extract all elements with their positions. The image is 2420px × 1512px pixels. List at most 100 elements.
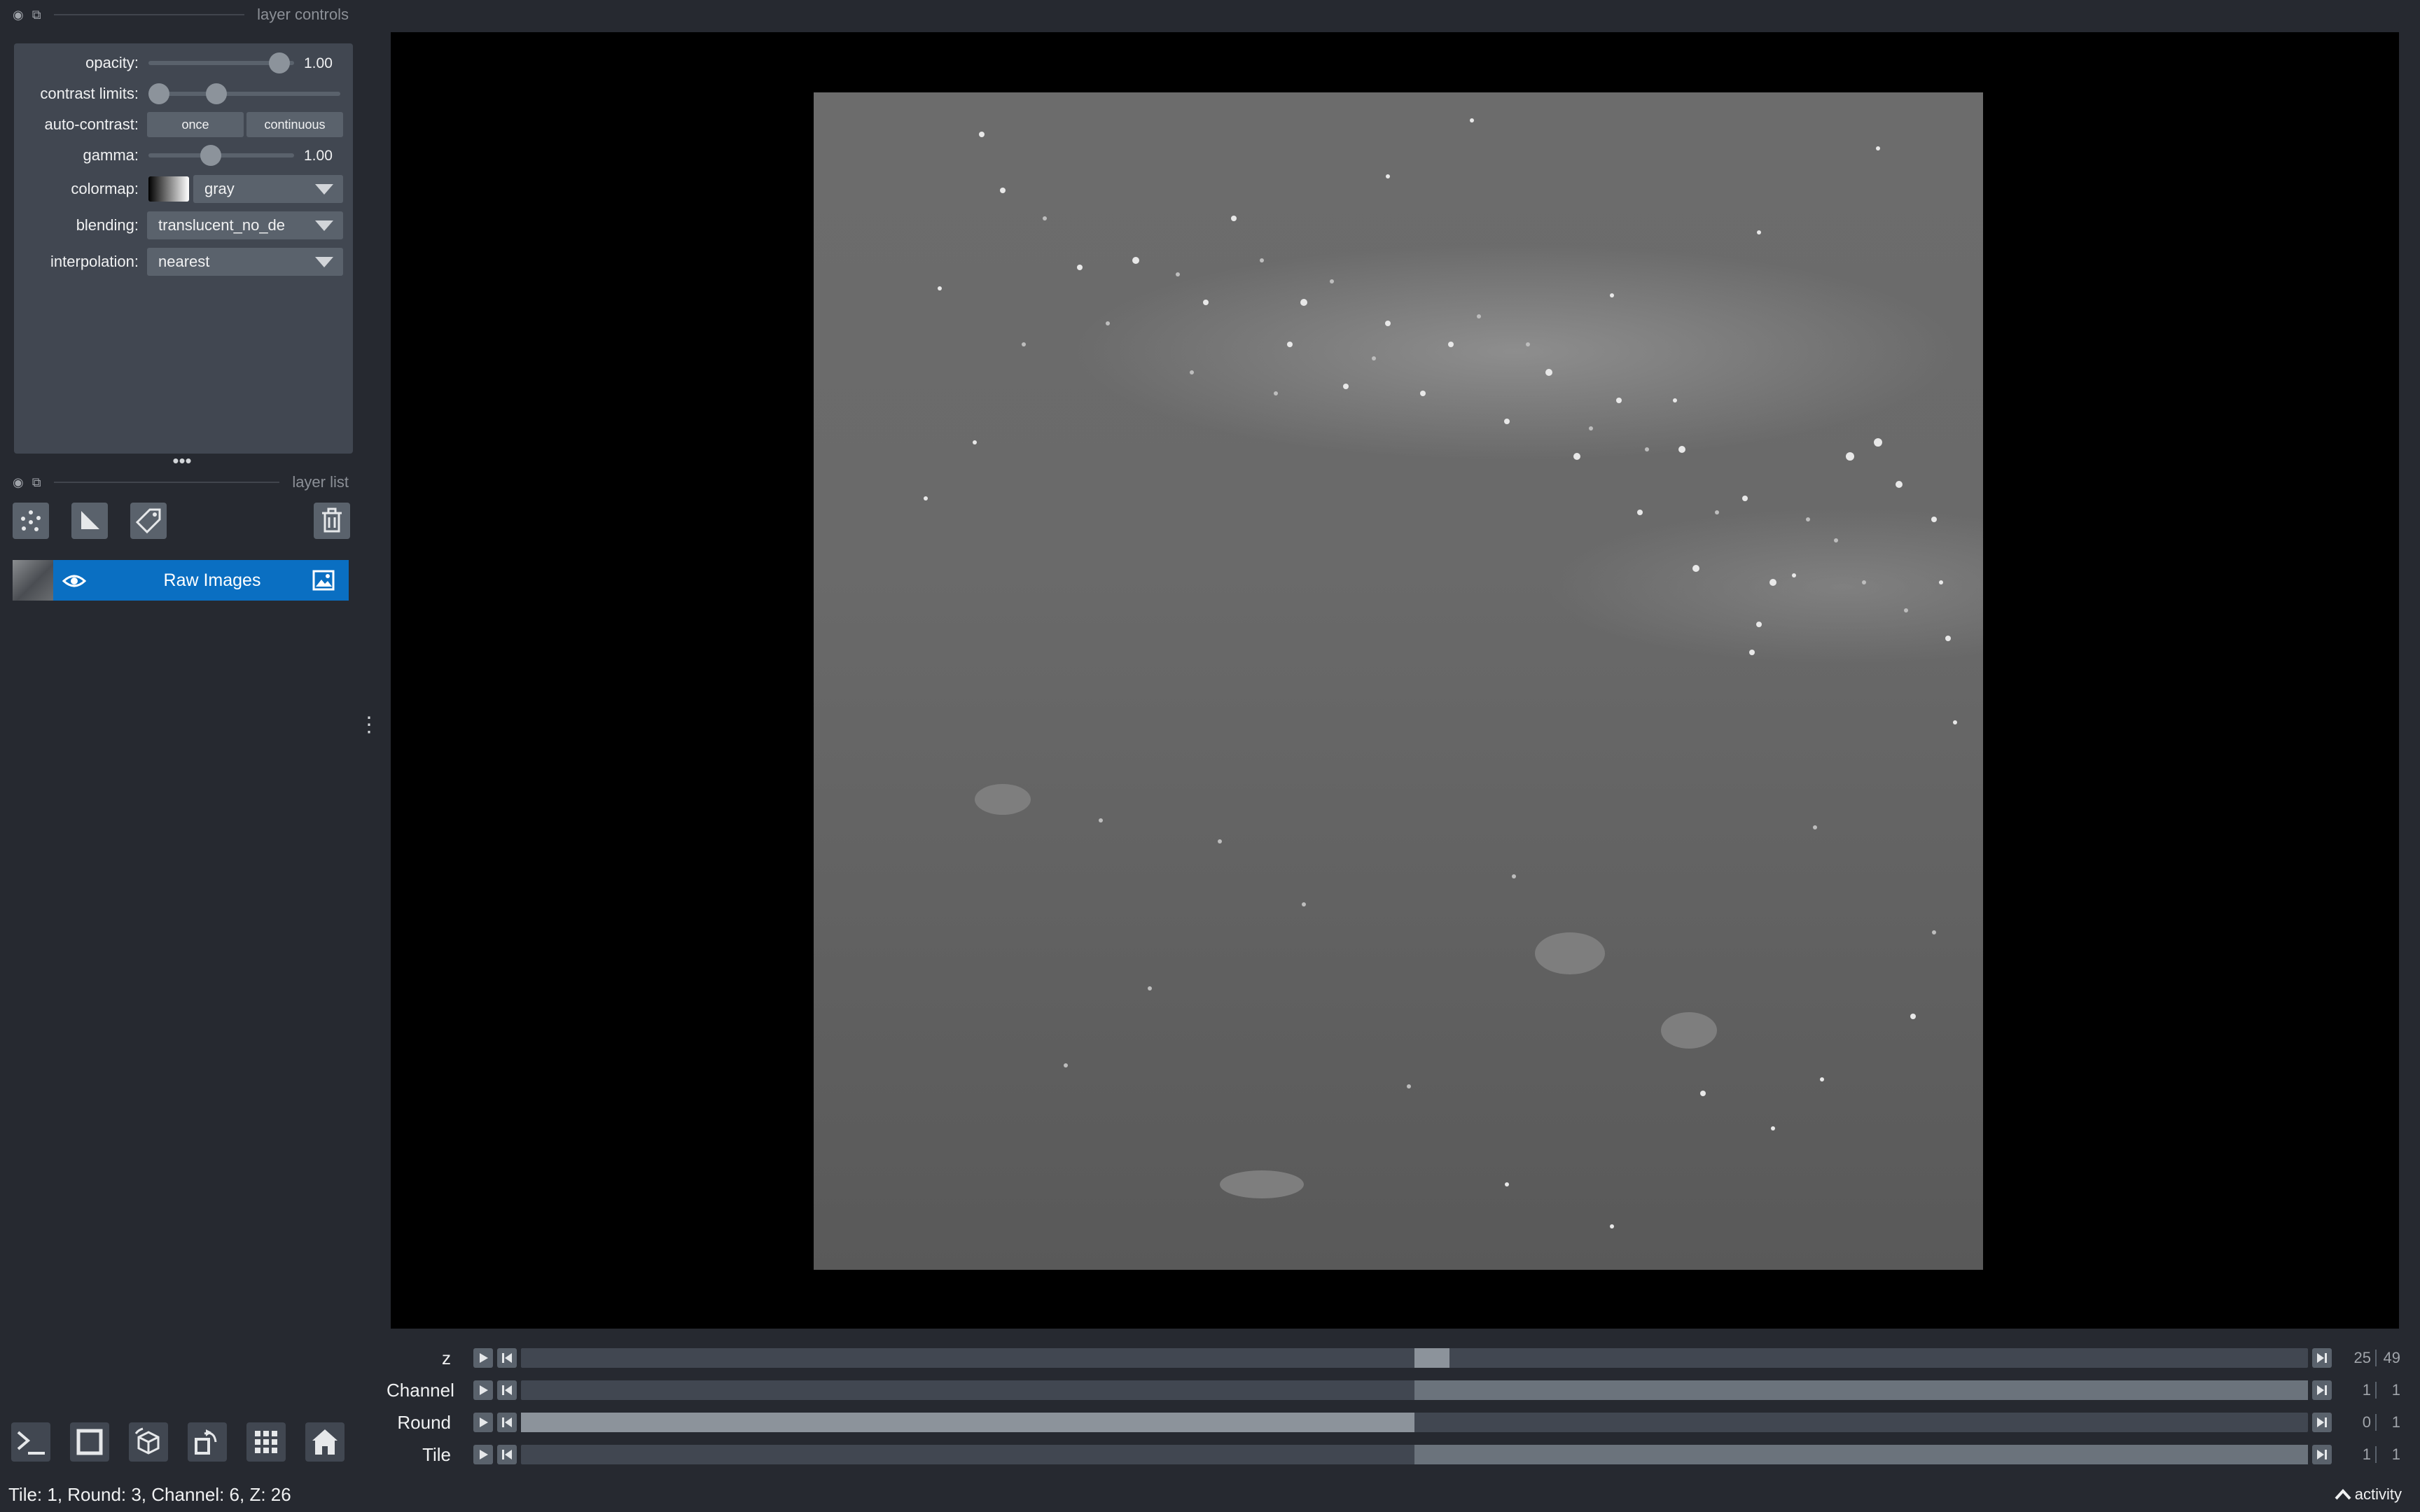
play-button[interactable]: [473, 1380, 493, 1400]
hide-panel-icon[interactable]: ◉: [13, 8, 24, 22]
layer-controls-header: ◉ ⧉ layer controls: [0, 0, 357, 29]
dim-current-value[interactable]: 1: [2333, 1446, 2371, 1464]
dim-slider-z: z 25 49: [387, 1344, 2403, 1372]
colormap-row: colormap: gray: [14, 174, 353, 204]
image-icon: [312, 570, 335, 594]
chevron-down-icon: [315, 257, 333, 267]
gamma-row: gamma: 1.00: [14, 140, 353, 171]
labels-icon: [135, 508, 161, 534]
last-frame-button[interactable]: [2312, 1413, 2332, 1432]
auto-contrast-continuous-button[interactable]: continuous: [246, 112, 343, 137]
dim-current-value[interactable]: 0: [2333, 1413, 2371, 1432]
grid-view-button[interactable]: [246, 1422, 286, 1462]
first-frame-button[interactable]: [497, 1413, 517, 1432]
hide-panel-icon[interactable]: ◉: [13, 475, 24, 490]
viewer-canvas[interactable]: [391, 32, 2399, 1329]
skip-forward-icon: [2317, 1418, 2327, 1427]
contrast-high-handle[interactable]: [206, 83, 227, 104]
layer-controls-title: layer controls: [257, 6, 349, 23]
dim-max-value: 1: [2391, 1381, 2400, 1399]
play-icon: [480, 1418, 488, 1427]
opacity-row: opacity: 1.00: [14, 48, 353, 78]
dim-label-tile: Tile: [422, 1443, 451, 1465]
colormap-dropdown[interactable]: gray: [193, 175, 343, 203]
contrast-limits-label: contrast limits:: [40, 85, 139, 102]
layer-name[interactable]: Raw Images: [90, 570, 335, 591]
home-button[interactable]: [305, 1422, 345, 1462]
delete-layer-button[interactable]: [314, 503, 350, 539]
dim-current-value[interactable]: 1: [2333, 1381, 2371, 1399]
chevron-down-icon: [315, 184, 333, 195]
interpolation-dropdown[interactable]: nearest: [147, 248, 343, 276]
new-shapes-layer-button[interactable]: [71, 503, 108, 539]
ndisplay-button[interactable]: [70, 1422, 109, 1462]
auto-contrast-label: auto-contrast:: [44, 115, 139, 133]
first-frame-button[interactable]: [497, 1380, 517, 1400]
opacity-value[interactable]: 1.00: [304, 55, 333, 72]
delete-icon: [322, 507, 342, 533]
skip-back-icon: [502, 1353, 512, 1363]
panel-splitter-icon[interactable]: •••: [168, 451, 196, 470]
gamma-slider[interactable]: [148, 153, 294, 158]
header-divider: [53, 14, 245, 15]
status-text: Tile: 1, Round: 3, Channel: 6, Z: 26: [8, 1484, 291, 1505]
dim-label-round: Round: [397, 1411, 451, 1433]
interpolation-row: interpolation: nearest: [14, 246, 353, 277]
skip-forward-icon: [2317, 1450, 2327, 1460]
play-icon: [480, 1450, 488, 1460]
status-bar: Tile: 1, Round: 3, Channel: 6, Z: 26 act…: [0, 1478, 2420, 1512]
blending-row: blending: translucent_no_de: [14, 210, 353, 241]
home-icon: [312, 1429, 338, 1455]
play-button[interactable]: [473, 1445, 493, 1464]
grid-icon: [255, 1431, 277, 1453]
contrast-low-handle[interactable]: [148, 83, 169, 104]
gamma-label: gamma:: [83, 146, 139, 164]
console-icon: [17, 1431, 45, 1455]
last-frame-button[interactable]: [2312, 1348, 2332, 1368]
blending-label: blending:: [76, 216, 139, 234]
dim-max-value: 1: [2391, 1446, 2400, 1463]
dim-thumb[interactable]: [1414, 1445, 2308, 1464]
gamma-slider-handle[interactable]: [200, 145, 221, 166]
dim-current-value[interactable]: 25: [2333, 1349, 2371, 1367]
dim-max-value: 49: [2383, 1349, 2400, 1366]
play-icon: [480, 1385, 488, 1395]
fluorescence-spots: [924, 118, 1957, 1228]
blending-dropdown[interactable]: translucent_no_de: [147, 211, 343, 239]
dim-slider-round: Round 0 1: [387, 1408, 2403, 1436]
new-labels-layer-button[interactable]: [130, 503, 167, 539]
roll-dims-button[interactable]: [129, 1422, 168, 1462]
activity-button[interactable]: activity: [2334, 1485, 2402, 1504]
opacity-slider-handle[interactable]: [269, 52, 290, 74]
dim-thumb[interactable]: [1414, 1348, 1449, 1368]
new-points-layer-button[interactable]: [13, 503, 49, 539]
contrast-limits-slider[interactable]: [148, 92, 340, 96]
auto-contrast-once-button[interactable]: once: [147, 112, 244, 137]
float-panel-icon[interactable]: ⧉: [32, 475, 41, 490]
console-button[interactable]: [11, 1422, 50, 1462]
first-frame-button[interactable]: [497, 1445, 517, 1464]
colormap-value: gray: [204, 180, 235, 197]
play-button[interactable]: [473, 1348, 493, 1368]
colormap-preview: [148, 176, 189, 202]
dim-max-value: 1: [2391, 1413, 2400, 1431]
auto-contrast-row: auto-contrast: once continuous: [14, 109, 353, 140]
layer-item-raw-images[interactable]: Raw Images: [13, 560, 349, 601]
gamma-value[interactable]: 1.00: [304, 148, 333, 164]
dim-thumb[interactable]: [521, 1413, 1414, 1432]
skip-forward-icon: [2317, 1385, 2327, 1395]
dim-label-z: z: [442, 1347, 451, 1368]
roll-dims-icon: [134, 1427, 160, 1455]
transpose-button[interactable]: [188, 1422, 227, 1462]
float-panel-icon[interactable]: ⧉: [32, 8, 41, 22]
raw-image-display: [814, 92, 1983, 1270]
dim-thumb[interactable]: [1414, 1380, 2308, 1400]
last-frame-button[interactable]: [2312, 1380, 2332, 1400]
activity-label: activity: [2354, 1485, 2402, 1503]
last-frame-button[interactable]: [2312, 1445, 2332, 1464]
first-frame-button[interactable]: [497, 1348, 517, 1368]
dock-resize-handle[interactable]: ⋮: [359, 715, 380, 749]
eye-icon[interactable]: [62, 568, 87, 594]
play-button[interactable]: [473, 1413, 493, 1432]
chevron-down-icon: [315, 220, 333, 231]
